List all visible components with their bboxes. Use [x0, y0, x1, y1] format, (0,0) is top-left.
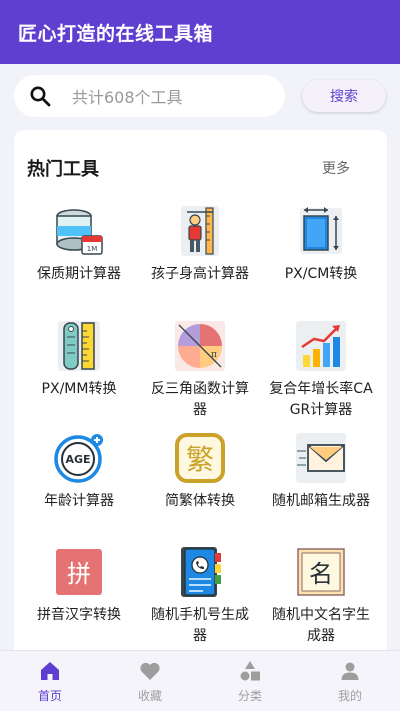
- nav-label: 分类: [237, 688, 262, 703]
- hot-tools-card: 热门工具 更多 1M 保质期计算器 孩子身高计算器 PX/CM转换 PX/MM转…: [14, 130, 387, 670]
- tool-label: 复合年增长率CAGR计算器: [269, 381, 373, 418]
- card-header: 热门工具 更多: [14, 152, 387, 182]
- growth-bar-chart-icon: [294, 319, 348, 373]
- tool-simplified-traditional-converter[interactable]: 繁 简繁体转换: [140, 431, 260, 512]
- envelope-icon: [294, 431, 348, 485]
- trigonometry-pie-icon: π: [173, 319, 227, 373]
- bottom-nav: 首页 收藏 分类 我的: [0, 650, 400, 711]
- svg-text:1M: 1M: [87, 245, 98, 253]
- tool-shelf-life-calculator[interactable]: 1M 保质期计算器: [19, 204, 139, 285]
- home-icon: [38, 659, 62, 683]
- tool-label: 简繁体转换: [165, 493, 235, 509]
- canned-food-calendar-icon: 1M: [52, 204, 106, 258]
- svg-text:拼: 拼: [67, 560, 91, 588]
- search-input[interactable]: 共计608个工具: [14, 75, 285, 117]
- search-row: 共计608个工具 搜索: [0, 74, 400, 118]
- tool-px-mm-converter[interactable]: PX/MM转换: [19, 319, 139, 400]
- tool-label: 年龄计算器: [44, 493, 114, 509]
- tool-random-email-generator[interactable]: 随机邮箱生成器: [261, 431, 381, 512]
- tool-label: PX/MM转换: [41, 381, 117, 397]
- tool-label: 孩子身高计算器: [151, 266, 249, 282]
- svg-text:名: 名: [309, 560, 333, 588]
- tool-pinyin-converter[interactable]: 拼 拼音汉字转换: [19, 545, 139, 626]
- svg-text:繁: 繁: [186, 443, 214, 476]
- tool-label: 随机手机号生成器: [151, 607, 249, 644]
- user-icon: [338, 659, 362, 683]
- tool-label: 随机中文名字生成器: [272, 607, 370, 644]
- more-link[interactable]: 更多: [322, 158, 350, 178]
- nav-item-favorites[interactable]: 收藏: [100, 651, 200, 711]
- tool-inverse-trig-calculator[interactable]: π 反三角函数计算器: [140, 319, 260, 421]
- hot-tools-title: 热门工具: [27, 159, 99, 180]
- tool-px-cm-converter[interactable]: PX/CM转换: [261, 204, 381, 285]
- px-cm-ruler-icon: [294, 204, 348, 258]
- search-placeholder: 共计608个工具: [72, 88, 183, 107]
- age-badge-icon: AGE: [52, 431, 106, 485]
- nav-label: 收藏: [137, 688, 162, 703]
- nav-label: 首页: [37, 688, 62, 703]
- nav-item-mine[interactable]: 我的: [300, 651, 400, 711]
- svg-text:π: π: [211, 350, 217, 360]
- tool-age-calculator[interactable]: AGE 年龄计算器: [19, 431, 139, 512]
- tool-label: 反三角函数计算器: [151, 381, 249, 418]
- search-icon: [30, 86, 51, 107]
- tool-random-chinese-name-generator[interactable]: 名 随机中文名字生成器: [261, 545, 381, 647]
- nav-item-category[interactable]: 分类: [200, 651, 300, 711]
- tool-random-phone-generator[interactable]: 随机手机号生成器: [140, 545, 260, 647]
- nav-label: 我的: [337, 688, 362, 703]
- tool-label: 保质期计算器: [37, 266, 121, 282]
- px-mm-ruler-icon: [52, 319, 106, 373]
- tool-label: 拼音汉字转换: [37, 607, 121, 623]
- tool-label: PX/CM转换: [284, 266, 358, 282]
- heart-icon: [138, 659, 162, 683]
- tool-cagr-calculator[interactable]: 复合年增长率CAGR计算器: [261, 319, 381, 421]
- phone-book-icon: [173, 545, 227, 599]
- tool-child-height-calculator[interactable]: 孩子身高计算器: [140, 204, 260, 285]
- child-height-ruler-icon: [173, 204, 227, 258]
- traditional-character-icon: 繁: [173, 431, 227, 485]
- chinese-name-icon: 名: [294, 545, 348, 599]
- search-button[interactable]: 搜索: [302, 80, 386, 112]
- tool-label: 随机邮箱生成器: [272, 493, 370, 509]
- app-bar: 匠心打造的在线工具箱: [0, 0, 400, 64]
- app-title: 匠心打造的在线工具箱: [18, 22, 214, 45]
- category-shapes-icon: [238, 659, 262, 683]
- pinyin-character-icon: 拼: [52, 545, 106, 599]
- nav-item-home[interactable]: 首页: [0, 651, 100, 711]
- svg-text:AGE: AGE: [65, 453, 90, 466]
